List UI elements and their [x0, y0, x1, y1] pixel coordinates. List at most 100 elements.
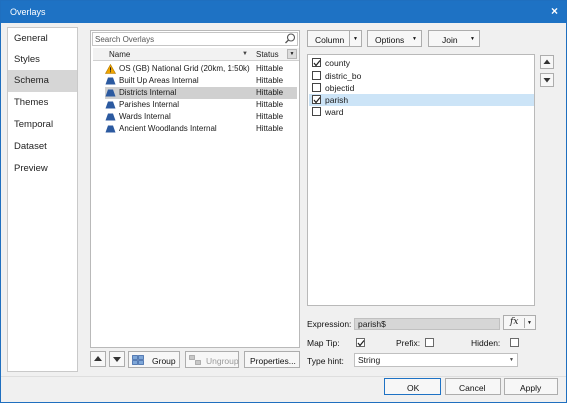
list-item[interactable]: Wards Internal Hittable: [105, 111, 297, 123]
field-checkbox[interactable]: [312, 95, 321, 104]
field-row-ward[interactable]: ward: [309, 106, 534, 118]
check-icon: [313, 60, 321, 67]
list-item[interactable]: OS (GB) National Grid (20km, 1:50k) Hitt…: [104, 63, 297, 75]
nav-item-preview[interactable]: Preview: [8, 158, 77, 180]
list-item[interactable]: Parishes Internal Hittable: [105, 99, 297, 111]
fx-icon: fx: [510, 317, 519, 327]
options-label: Options: [375, 35, 405, 45]
overlay-status: Hittable: [256, 64, 284, 73]
column-menu-button[interactable]: ▼: [287, 49, 297, 59]
prefix-label: Prefix:: [396, 338, 421, 348]
overlay-name: Districts Internal: [119, 88, 177, 97]
title-bar: Overlays ×: [1, 1, 566, 23]
field-label: parish: [325, 95, 349, 105]
group-label: Group: [152, 356, 176, 366]
hidden-checkbox[interactable]: [510, 338, 519, 347]
window-title: Overlays: [10, 7, 46, 17]
join-label: Join: [442, 35, 458, 45]
expression-label: Expression:: [307, 319, 352, 329]
list-item[interactable]: Ancient Woodlands Internal Hittable: [105, 123, 297, 135]
check-icon: [313, 97, 321, 104]
field-checkbox[interactable]: [312, 58, 321, 67]
move-down-button[interactable]: [109, 351, 125, 367]
column-dropdown-button[interactable]: Column ▼: [307, 30, 362, 47]
chevron-down-icon: ▼: [527, 320, 532, 326]
hidden-label: Hidden:: [471, 338, 501, 348]
cancel-label: Cancel: [459, 383, 486, 393]
chevron-down-icon: ▼: [353, 36, 358, 42]
search-placeholder: Search Overlays: [95, 35, 155, 44]
triangle-up-icon: [543, 59, 551, 64]
field-row-county[interactable]: county: [309, 57, 534, 69]
group-icon: [132, 355, 144, 365]
layer-icon: [105, 76, 116, 86]
table-header: Name ▼ Status ▼: [93, 48, 299, 61]
search-icon[interactable]: [284, 32, 296, 48]
field-move-down-button[interactable]: [540, 73, 554, 87]
properties-label: Properties...: [250, 356, 296, 366]
field-move-up-button[interactable]: [540, 55, 554, 69]
chevron-down-icon: ▼: [470, 36, 475, 42]
nav-item-temporal[interactable]: Temporal: [8, 114, 77, 136]
ok-button[interactable]: OK: [384, 378, 441, 395]
ungroup-icon: [189, 355, 201, 365]
join-dropdown-button[interactable]: Join ▼: [428, 30, 480, 47]
nav-item-schema[interactable]: Schema: [8, 70, 77, 92]
overlay-status: Hittable: [256, 88, 284, 97]
triangle-down-icon: [543, 78, 551, 83]
nav-item-styles[interactable]: Styles: [8, 49, 77, 71]
split-divider: [524, 318, 525, 328]
expression-field[interactable]: parish$: [354, 318, 500, 330]
expression-builder-button[interactable]: fx ▼: [503, 315, 536, 330]
overlays-dialog: Overlays × General Styles Schema Themes …: [0, 0, 567, 403]
properties-button[interactable]: Properties...: [244, 351, 300, 368]
move-up-button[interactable]: [90, 351, 106, 367]
nav-item-themes[interactable]: Themes: [8, 92, 77, 114]
field-row-parish[interactable]: parish: [309, 94, 534, 106]
field-label: county: [325, 58, 351, 68]
triangle-down-icon: [113, 357, 121, 362]
field-row-objectid[interactable]: objectid: [309, 82, 534, 94]
maptip-checkbox[interactable]: [356, 338, 365, 347]
ungroup-button[interactable]: Ungroup: [185, 351, 239, 368]
column-header-status[interactable]: Status: [256, 50, 279, 59]
type-hint-select[interactable]: String ▼: [354, 353, 518, 367]
overlay-status: Hittable: [256, 112, 284, 121]
column-header-name[interactable]: Name: [109, 50, 130, 59]
search-overlays-input[interactable]: Search Overlays: [92, 32, 298, 46]
maptip-label: Map Tip:: [307, 338, 340, 348]
layer-icon: [105, 112, 116, 122]
field-row-distric-bo[interactable]: distric_bo: [309, 70, 534, 82]
column-label: Column: [315, 35, 345, 45]
options-dropdown-button[interactable]: Options ▼: [367, 30, 422, 47]
overlay-status: Hittable: [256, 100, 284, 109]
schema-fields-list: county distric_bo objectid parish ward: [307, 54, 535, 306]
check-icon: [357, 340, 365, 347]
cancel-button[interactable]: Cancel: [445, 378, 501, 395]
field-checkbox[interactable]: [312, 71, 321, 80]
sort-caret-icon[interactable]: ▼: [242, 51, 248, 57]
overlay-status: Hittable: [256, 124, 284, 133]
list-item[interactable]: Built Up Areas Internal Hittable: [105, 75, 297, 87]
ungroup-label: Ungroup: [206, 356, 239, 366]
chevron-down-icon: ▼: [412, 36, 417, 42]
warning-icon: [104, 63, 117, 74]
nav-item-dataset[interactable]: Dataset: [8, 136, 77, 158]
type-hint-label: Type hint:: [307, 356, 344, 366]
ok-label: OK: [407, 383, 420, 393]
type-hint-value: String: [358, 355, 381, 365]
overlay-status: Hittable: [256, 76, 284, 85]
group-button[interactable]: Group: [128, 351, 180, 368]
prefix-checkbox[interactable]: [425, 338, 434, 347]
list-item[interactable]: Districts Internal Hittable: [105, 87, 297, 99]
apply-label: Apply: [520, 383, 542, 393]
layer-icon: [105, 100, 116, 110]
sidebar-nav: General Styles Schema Themes Temporal Da…: [7, 27, 78, 372]
apply-button[interactable]: Apply: [504, 378, 558, 395]
nav-item-general[interactable]: General: [8, 28, 77, 50]
close-icon[interactable]: ×: [551, 4, 558, 18]
layer-icon: [105, 124, 116, 134]
field-label: ward: [325, 107, 344, 117]
field-checkbox[interactable]: [312, 107, 321, 116]
field-checkbox[interactable]: [312, 83, 321, 92]
